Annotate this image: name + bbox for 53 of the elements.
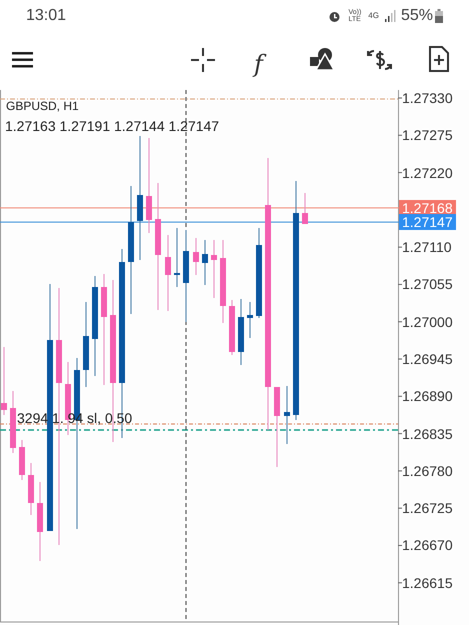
price-axis-label: 1.26780 bbox=[402, 462, 453, 479]
candlestick bbox=[229, 300, 235, 356]
new-document-icon[interactable] bbox=[429, 46, 449, 72]
candlestick bbox=[211, 240, 217, 298]
ask-price-label: 1.27147 bbox=[399, 214, 456, 230]
symbol-label: GBPUSD, H1 bbox=[6, 98, 79, 115]
price-axis-label: 1.26725 bbox=[402, 500, 453, 516]
candlestick bbox=[10, 390, 16, 454]
candlestick bbox=[193, 238, 199, 276]
axis-tick bbox=[398, 321, 402, 322]
axis-tick bbox=[398, 172, 402, 174]
price-axis-label: 1.26835 bbox=[402, 426, 453, 442]
axis-tick bbox=[398, 284, 402, 285]
candlestick bbox=[19, 440, 25, 480]
bid-price-label: 1.27168 bbox=[399, 200, 456, 216]
price-axis-label: 1.27220 bbox=[402, 164, 453, 181]
axis-tick bbox=[398, 433, 402, 434]
menu-icon[interactable] bbox=[12, 52, 33, 68]
axis-tick bbox=[398, 358, 402, 360]
price-axis-label: 1.27275 bbox=[402, 127, 453, 144]
battery-icon bbox=[435, 9, 443, 23]
price-axis-label: 1.26670 bbox=[402, 537, 453, 554]
crosshair-icon[interactable] bbox=[191, 48, 215, 72]
axis-tick bbox=[398, 544, 402, 546]
network-indicator: 4G bbox=[368, 10, 379, 22]
candlestick bbox=[28, 462, 34, 516]
candlestick bbox=[174, 228, 180, 288]
candlestick bbox=[238, 298, 244, 366]
battery-percentage: 55% bbox=[400, 6, 433, 26]
axis-tick bbox=[398, 582, 402, 584]
ohlc-values: 1.27163 1.27191 1.27144 1.27147 bbox=[5, 117, 220, 136]
candlestick bbox=[202, 240, 208, 286]
candlestick bbox=[302, 192, 308, 224]
currency-exchange-icon[interactable] bbox=[367, 47, 392, 73]
price-axis-label: 1.27330 bbox=[402, 90, 453, 106]
candlestick bbox=[1, 346, 7, 416]
alarm-icon bbox=[328, 10, 342, 22]
price-axis-label: 1.27000 bbox=[402, 314, 453, 330]
axis-tick bbox=[398, 134, 402, 136]
clock-time: 13:01 bbox=[26, 6, 66, 26]
price-axis-label: 1.27055 bbox=[402, 276, 453, 292]
price-axis-label: 1.26615 bbox=[402, 574, 453, 591]
axis-tick bbox=[398, 470, 402, 472]
candlestick bbox=[247, 302, 253, 338]
signal-icon bbox=[384, 10, 397, 22]
axis-tick bbox=[398, 508, 402, 509]
shapes-icon[interactable] bbox=[310, 48, 334, 70]
axis-tick bbox=[398, 396, 402, 397]
candlestick bbox=[284, 386, 290, 444]
price-axis-label: 1.27110 bbox=[402, 239, 452, 256]
axis-tick bbox=[398, 246, 402, 248]
price-axis-label: 1.26945 bbox=[402, 351, 453, 368]
price-axis-label: 1.26890 bbox=[402, 388, 453, 404]
